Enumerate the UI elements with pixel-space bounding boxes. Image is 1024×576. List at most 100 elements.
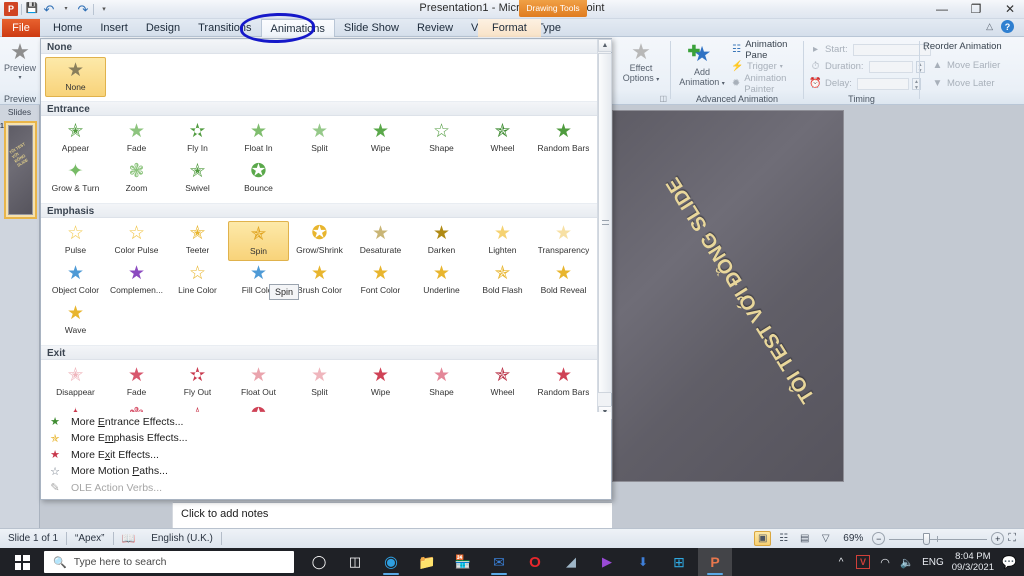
- effect-shape[interactable]: ☆ Shape: [411, 119, 472, 159]
- tab-file[interactable]: File: [2, 19, 40, 37]
- zoom-slider-handle[interactable]: [923, 532, 931, 545]
- effect-grow-shrink[interactable]: ✪ Grow/Shrink: [289, 221, 350, 261]
- tab-animations[interactable]: Animations: [260, 19, 335, 37]
- microsoft-store-icon[interactable]: 🏪: [446, 548, 480, 576]
- effect-color-pulse[interactable]: ☆ Color Pulse: [106, 221, 167, 261]
- language-status[interactable]: English (U.K.): [143, 529, 221, 549]
- effect-swivel[interactable]: ✭ Swivel: [167, 159, 228, 199]
- taskbar-clock[interactable]: 8:04 PM 09/3/2021: [952, 551, 994, 573]
- preview-dropdown-icon[interactable]: ▾: [18, 73, 21, 83]
- duration-field-row[interactable]: ⏱ Duration: ▲ ▼: [809, 58, 931, 75]
- action-center-icon[interactable]: 💬: [1002, 555, 1017, 569]
- tray-expand-icon[interactable]: ^: [834, 555, 848, 569]
- effect-none[interactable]: ★ None: [45, 57, 106, 97]
- tab-transitions[interactable]: Transitions: [189, 19, 260, 37]
- gallery-scrollbar[interactable]: ▲ ▼: [597, 39, 612, 419]
- scrollbar-thumb[interactable]: [598, 53, 612, 393]
- zoom-slider[interactable]: [889, 532, 988, 546]
- effect-zoom[interactable]: ❃ Zoom: [106, 159, 167, 199]
- tab-design[interactable]: Design: [137, 19, 189, 37]
- effect-float-in[interactable]: ★ Float In: [228, 119, 289, 159]
- opera-icon[interactable]: O: [518, 548, 552, 576]
- slide-title-text[interactable]: TÔI TEST VỚI ĐỒNG SLIDE: [641, 140, 821, 408]
- duration-input[interactable]: [868, 60, 913, 73]
- zoom-in-button[interactable]: +: [991, 532, 1005, 545]
- close-button[interactable]: ✕: [1000, 1, 1020, 17]
- animation-dialog-launcher[interactable]: ◫: [659, 94, 667, 103]
- effect-random-bars[interactable]: ★ Random Bars: [533, 119, 594, 159]
- effect-wheel-exit[interactable]: ✯ Wheel: [472, 363, 533, 403]
- vpn-tray-icon[interactable]: V: [856, 555, 871, 569]
- video-editor-icon[interactable]: ▶: [590, 548, 624, 576]
- mail-icon[interactable]: ✉: [482, 548, 516, 576]
- fit-slide-icon[interactable]: ⛶: [1008, 532, 1016, 545]
- unikey-icon[interactable]: ◢: [554, 548, 588, 576]
- tab-insert[interactable]: Insert: [91, 19, 137, 37]
- effect-grow-and-turn[interactable]: ✦ Grow & Turn: [45, 159, 106, 199]
- effect-bounce[interactable]: ✪ Bounce: [228, 159, 289, 199]
- effect-disappear[interactable]: ✭ Disappear: [45, 363, 106, 403]
- effect-lighten[interactable]: ★ Lighten: [472, 221, 533, 261]
- slide-thumbnail-1[interactable]: TÔI TEST VỚI ĐỒNG SLIDE: [4, 121, 37, 219]
- effect-float-out[interactable]: ★ Float Out: [228, 363, 289, 403]
- wifi-tray-icon[interactable]: ◠: [878, 555, 892, 569]
- more-emphasis-effects-item[interactable]: ✯ More Emphasis Effects...: [41, 430, 611, 447]
- effect-complementary-color[interactable]: ★ Complemen...: [106, 261, 167, 301]
- effect-object-color[interactable]: ★ Object Color: [45, 261, 106, 301]
- effect-wipe-exit[interactable]: ★ Wipe: [350, 363, 411, 403]
- minimize-button[interactable]: —: [932, 1, 952, 17]
- effect-fade[interactable]: ★ Fade: [106, 119, 167, 159]
- theme-status[interactable]: “Apex”: [67, 529, 112, 549]
- effect-split[interactable]: ★ Split: [289, 119, 350, 159]
- tab-home[interactable]: Home: [44, 19, 91, 37]
- move-earlier-button[interactable]: ▲ Move Earlier: [931, 57, 1001, 74]
- effect-pulse[interactable]: ☆ Pulse: [45, 221, 106, 261]
- effect-wheel[interactable]: ✯ Wheel: [472, 119, 533, 159]
- tab-slide-show[interactable]: Slide Show: [335, 19, 408, 37]
- effect-spin[interactable]: ✯ Spin: [228, 221, 289, 261]
- effect-fly-in[interactable]: ✫ Fly In: [167, 119, 228, 159]
- animation-painter-button[interactable]: ✹ Animation Painter: [731, 73, 803, 95]
- language-indicator[interactable]: ENG: [922, 557, 944, 568]
- windows-app-icon[interactable]: ⊞: [662, 548, 696, 576]
- effect-underline[interactable]: ★ Underline: [411, 261, 472, 301]
- tab-review[interactable]: Review: [408, 19, 462, 37]
- effect-teeter[interactable]: ✭ Teeter: [167, 221, 228, 261]
- effect-random-bars-exit[interactable]: ★ Random Bars: [533, 363, 594, 403]
- effect-font-color[interactable]: ★ Font Color: [350, 261, 411, 301]
- effect-bold-reveal[interactable]: ★ Bold Reveal: [533, 261, 594, 301]
- scroll-up-arrow-icon[interactable]: ▲: [598, 39, 612, 52]
- cortana-icon[interactable]: ◯: [302, 548, 336, 576]
- start-button[interactable]: [0, 548, 44, 576]
- help-icon[interactable]: ?: [1001, 20, 1014, 33]
- more-exit-effects-item[interactable]: ★ More Exit Effects...: [41, 447, 611, 464]
- idm-icon[interactable]: ⬇: [626, 548, 660, 576]
- edge-icon[interactable]: ◉: [374, 548, 408, 576]
- slides-panel-tab[interactable]: Slides: [0, 105, 39, 117]
- add-animation-button[interactable]: ★ ✚ Add Animation ▾: [675, 39, 729, 89]
- more-entrance-effects-item[interactable]: ★ More Entrance Effects...: [41, 414, 611, 431]
- file-explorer-icon[interactable]: 📁: [410, 548, 444, 576]
- delay-field-row[interactable]: ⏰ Delay: ▲ ▼: [809, 75, 931, 92]
- taskbar-search-box[interactable]: 🔍 Type here to search: [44, 551, 294, 573]
- ribbon-collapse-icon[interactable]: △: [986, 21, 993, 32]
- effect-bold-flash[interactable]: ✯ Bold Flash: [472, 261, 533, 301]
- notes-pane[interactable]: Click to add notes: [172, 502, 612, 528]
- effect-appear[interactable]: ✭ Appear: [45, 119, 106, 159]
- spellcheck-icon[interactable]: 📖: [114, 529, 144, 549]
- more-motion-paths-item[interactable]: ☆ More Motion Paths...: [41, 463, 611, 480]
- start-field-row[interactable]: ▸ Start: ▾: [809, 41, 931, 58]
- volume-tray-icon[interactable]: 🔈: [900, 555, 914, 569]
- trigger-dropdown-icon[interactable]: ▾: [780, 63, 783, 70]
- delay-input[interactable]: [856, 77, 909, 90]
- preview-button[interactable]: ★ Preview ▾: [0, 37, 40, 83]
- slideshow-button[interactable]: ▽: [817, 531, 834, 546]
- effect-darken[interactable]: ★ Darken: [411, 221, 472, 261]
- effect-transparency[interactable]: ★ Transparency: [533, 221, 594, 261]
- powerpoint-taskbar-icon[interactable]: P: [698, 548, 732, 576]
- effect-options-button[interactable]: ★ Effect Options ▾: [612, 37, 670, 85]
- reading-view-button[interactable]: ▤: [796, 531, 813, 546]
- zoom-out-button[interactable]: −: [872, 532, 886, 545]
- slide-canvas[interactable]: TÔI TEST VỚI ĐỒNG SLIDE: [612, 110, 844, 482]
- move-later-button[interactable]: ▼ Move Later: [931, 75, 995, 92]
